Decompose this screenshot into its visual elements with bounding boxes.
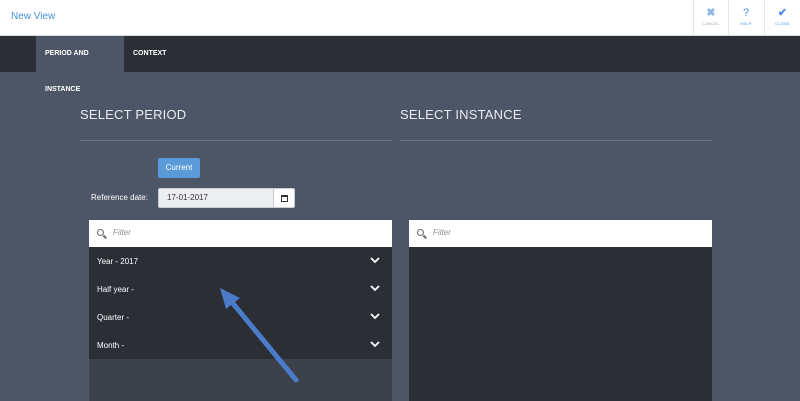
period-item-label: Half year - [97, 285, 134, 294]
chevron-down-icon [370, 341, 380, 348]
instance-divider [400, 140, 712, 141]
select-period-heading: SELECT PERIOD [80, 107, 187, 122]
check-icon: ✔ [777, 7, 788, 19]
current-button[interactable]: Current [158, 158, 200, 178]
instance-filter-input[interactable]: Filter [409, 220, 712, 247]
period-item-half-year[interactable]: Half year - [89, 275, 392, 303]
question-icon: ? [742, 7, 750, 19]
calendar-icon [281, 195, 288, 202]
select-instance-heading: SELECT INSTANCE [400, 107, 522, 122]
period-item-month[interactable]: Month - [89, 331, 392, 359]
x-icon: ✖ [706, 7, 716, 19]
search-icon [97, 229, 104, 236]
close-button[interactable]: ✔ CLOSE [764, 0, 800, 35]
chevron-down-icon [370, 257, 380, 264]
help-button[interactable]: ? HELP [728, 0, 763, 35]
cancel-button[interactable]: ✖ CANCEL [693, 0, 728, 35]
search-icon [417, 229, 424, 236]
period-item-quarter[interactable]: Quarter - [89, 303, 392, 331]
chevron-down-icon [370, 313, 380, 320]
period-filter-placeholder: Filter [113, 228, 131, 237]
reference-date-label: Reference date: [91, 193, 148, 202]
help-label: HELP [740, 21, 752, 26]
period-item-label: Year - 2017 [97, 257, 139, 266]
calendar-button[interactable] [273, 188, 295, 208]
period-item-label: Quarter - [97, 313, 130, 322]
reference-date-input[interactable]: 17-01-2017 [158, 188, 274, 208]
instance-filter-placeholder: Filter [433, 228, 451, 237]
cancel-label: CANCEL [702, 21, 720, 26]
period-divider [80, 140, 392, 141]
period-filter-input[interactable]: Filter [89, 220, 392, 247]
close-label: CLOSE [775, 21, 790, 26]
tab-context[interactable]: CONTEXT [124, 36, 175, 72]
chevron-down-icon [370, 285, 380, 292]
period-list: Year - 2017 Half year - Quarter - Month … [89, 247, 392, 359]
view-title: New View [11, 11, 56, 22]
tab-strip: PERIOD AND INSTANCE CONTEXT [0, 36, 800, 93]
period-item-year[interactable]: Year - 2017 [89, 247, 392, 275]
period-item-label: Month - [97, 341, 125, 350]
top-bar: New View ✖ CANCEL ? HELP ✔ CLOSE [0, 0, 800, 36]
tab-period-and-instance[interactable]: PERIOD AND INSTANCE [36, 36, 124, 93]
period-panel: Filter Year - 2017 Half year - Quarter -… [89, 220, 392, 401]
instance-panel: Filter [409, 220, 712, 401]
